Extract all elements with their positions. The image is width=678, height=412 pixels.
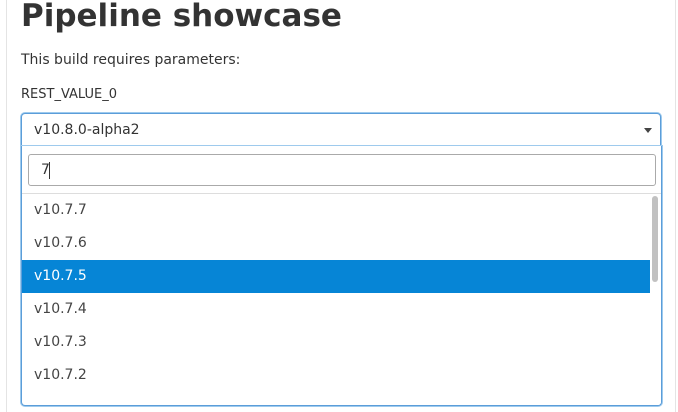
- build-parameters-page: Pipeline showcase This build requires pa…: [0, 0, 678, 412]
- dropdown-option[interactable]: v10.7.6: [22, 227, 650, 260]
- dropdown-results-list: v10.7.7 v10.7.6 v10.7.5 v10.7.4 v10.7.3 v10.7…: [22, 194, 650, 405]
- text-cursor: [49, 162, 50, 179]
- dropdown-option[interactable]: v10.7.7: [22, 194, 650, 227]
- parameters-intro-text: This build requires parameters:: [21, 52, 241, 68]
- results-scrollbar[interactable]: [650, 194, 661, 405]
- chevron-down-icon[interactable]: [644, 128, 652, 133]
- dropdown-search-input[interactable]: [28, 154, 656, 186]
- selected-value: v10.8.0-alpha2: [34, 122, 140, 138]
- dropdown-search-area: [22, 146, 661, 194]
- dropdown-option[interactable]: v10.7.3: [22, 326, 650, 359]
- dropdown-option[interactable]: v10.7.2: [22, 359, 650, 392]
- dropdown-option[interactable]: v10.7.5: [22, 260, 650, 293]
- dropdown-option[interactable]: [22, 392, 650, 405]
- card-border-left: [6, 0, 7, 412]
- scrollbar-thumb[interactable]: [652, 196, 658, 282]
- dropdown-option[interactable]: v10.7.4: [22, 293, 650, 326]
- page-title: Pipeline showcase: [21, 0, 342, 34]
- parameter-name-label: REST_VALUE_0: [21, 87, 117, 102]
- parameter-select[interactable]: v10.8.0-alpha2: [21, 113, 661, 146]
- select-dropdown: v10.7.7v10.7.6v10.7.5v10.7.4v10.7.3v10.7…: [21, 146, 662, 406]
- card-border-right: [675, 0, 676, 412]
